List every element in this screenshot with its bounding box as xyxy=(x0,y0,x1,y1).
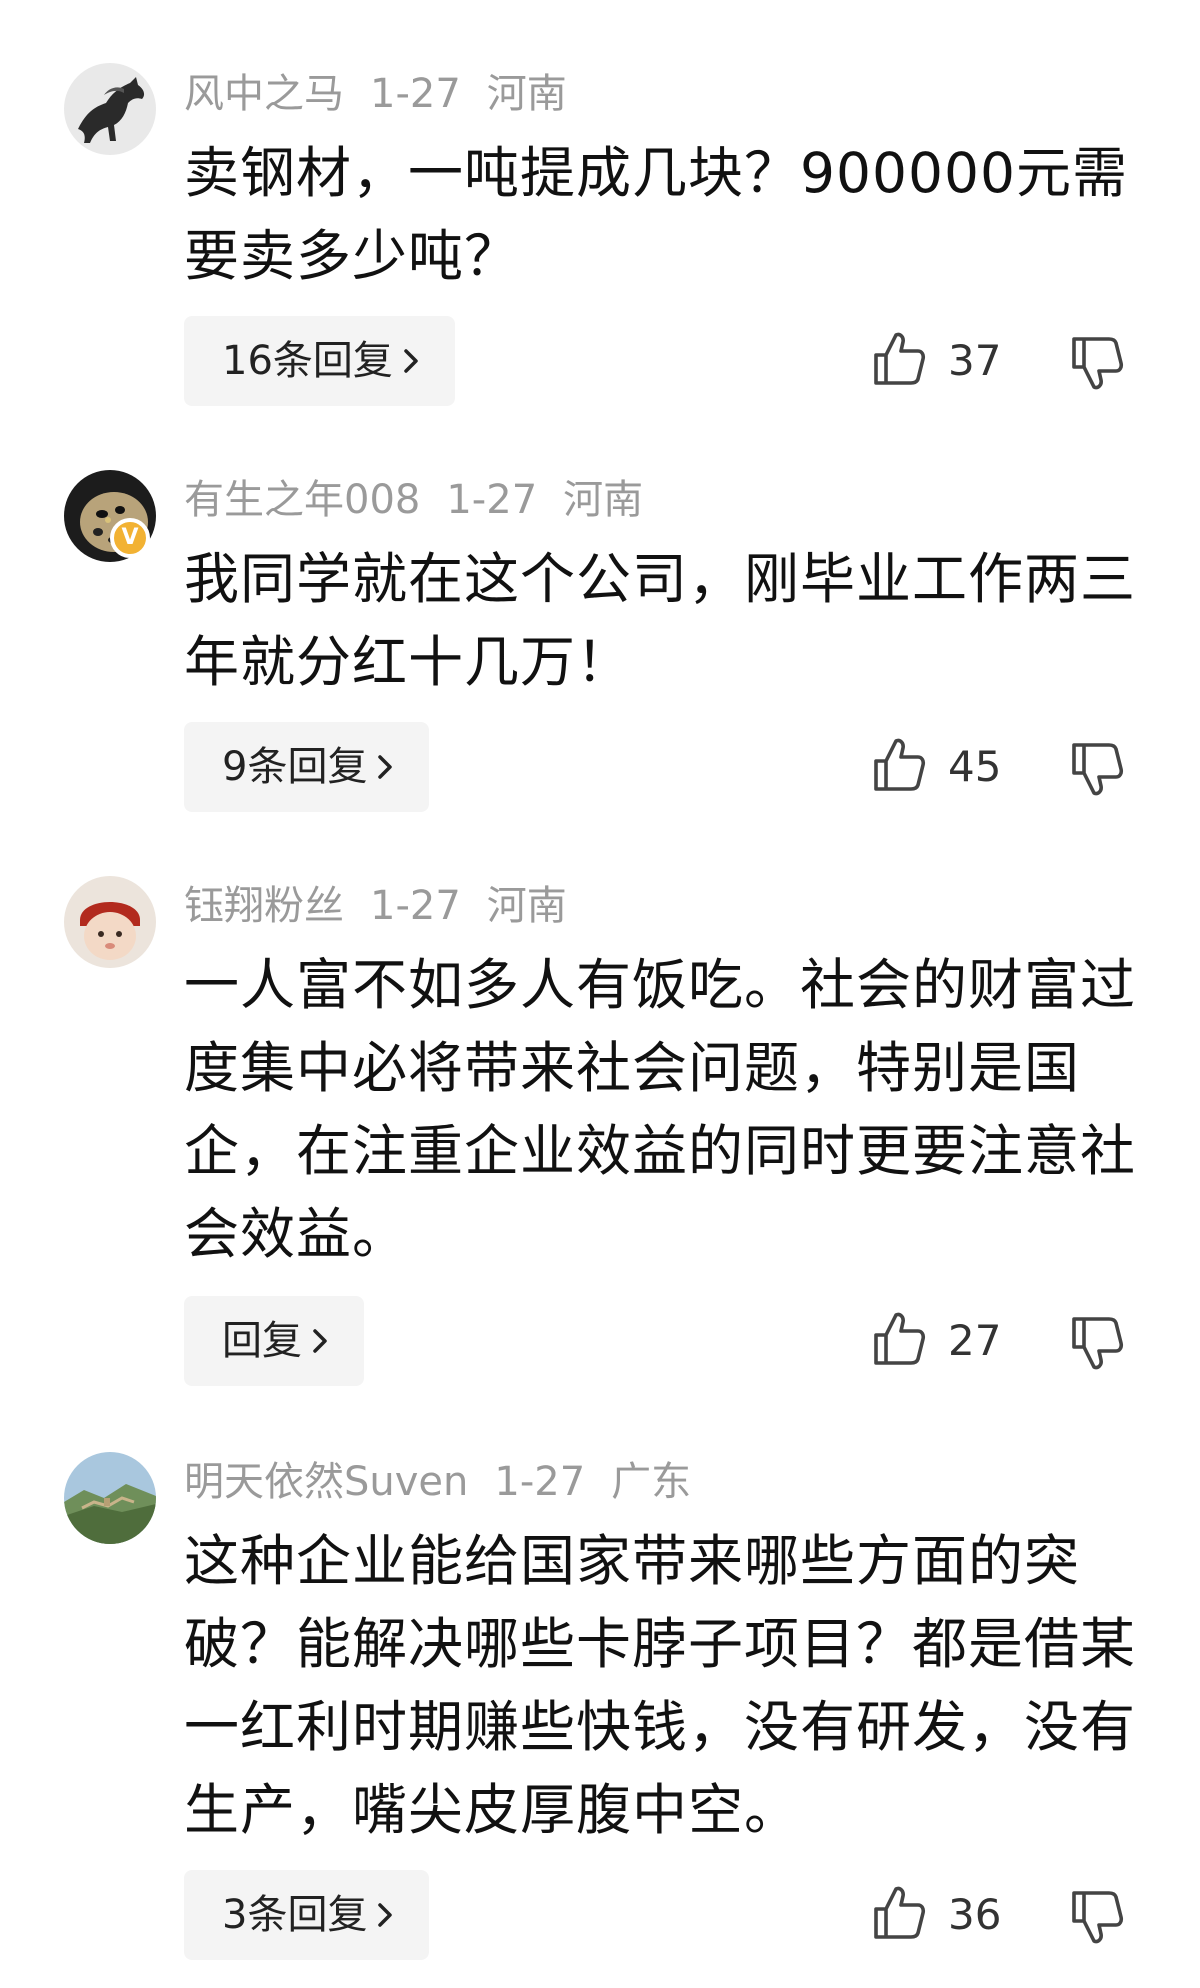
dislike-button[interactable] xyxy=(1070,1315,1126,1375)
view-replies-button[interactable]: 9条回复 xyxy=(184,722,430,814)
thumbs-down-icon xyxy=(1070,1891,1124,1949)
comment-date: 1-27 xyxy=(370,71,461,117)
reply-label: 回复 xyxy=(222,1318,302,1364)
comment-date: 1-27 xyxy=(446,477,538,523)
chevron-right-icon xyxy=(375,724,395,814)
like-button[interactable]: 36 xyxy=(872,1885,1001,1945)
thumbs-down-icon xyxy=(1070,337,1124,395)
verified-badge-icon: V xyxy=(110,518,150,558)
username[interactable]: 明天依然Suven xyxy=(184,1459,468,1505)
like-button[interactable]: 45 xyxy=(872,737,1001,797)
comment-text: 卖钢材，一吨提成几块？900000元需要卖多少吨？ xyxy=(184,141,1128,288)
comment-date: 1-27 xyxy=(370,883,461,929)
view-replies-button[interactable]: 3条回复 xyxy=(184,1870,430,1962)
chevron-right-icon xyxy=(375,1872,395,1962)
thumbs-up-icon xyxy=(872,737,926,797)
like-count: 36 xyxy=(948,1890,1002,1939)
dislike-button[interactable] xyxy=(1070,335,1126,395)
dislike-button[interactable] xyxy=(1070,1889,1126,1949)
view-replies-button[interactable]: 16条回复 xyxy=(184,316,455,406)
baby-avatar-icon xyxy=(64,876,156,968)
comment-location: 河南 xyxy=(486,71,567,117)
comment-meta: 钰翔粉丝 1-27 河南 xyxy=(184,878,593,934)
view-replies-button[interactable]: 回复 xyxy=(184,1296,364,1386)
username[interactable]: 风中之马 xyxy=(184,71,344,117)
comment-location: 河南 xyxy=(563,477,644,523)
username[interactable]: 钰翔粉丝 xyxy=(184,883,344,929)
dislike-button[interactable] xyxy=(1070,741,1126,801)
reply-label: 3条回复 xyxy=(222,1892,368,1938)
comment-meta: 有生之年008 1-27 河南 xyxy=(184,472,669,528)
reply-label: 9条回复 xyxy=(222,744,368,790)
comment-meta: 明天依然Suven 1-27 广东 xyxy=(184,1454,717,1510)
comment-date: 1-27 xyxy=(494,1459,586,1505)
chevron-right-icon xyxy=(310,1298,330,1388)
username[interactable]: 有生之年008 xyxy=(184,477,420,523)
like-count: 45 xyxy=(948,742,1002,791)
horse-avatar-icon xyxy=(64,63,156,155)
comment-text: 这种企业能给国家带来哪些方面的突破？能解决哪些卡脖子项目？都是借某一红利时期赚些… xyxy=(184,1529,1137,1842)
comment-location: 广东 xyxy=(611,1459,692,1505)
reply-label: 16条回复 xyxy=(222,338,393,384)
avatar[interactable] xyxy=(64,876,156,968)
chevron-right-icon xyxy=(401,318,421,408)
like-button[interactable]: 37 xyxy=(872,331,1001,391)
comment-meta: 风中之马 1-27 河南 xyxy=(184,66,593,122)
avatar[interactable] xyxy=(64,63,156,155)
like-button[interactable]: 27 xyxy=(872,1311,1001,1371)
comment-text: 一人富不如多人有饭吃。社会的财富过度集中必将带来社会问题，特别是国企，在注重企业… xyxy=(184,953,1137,1266)
thumbs-up-icon xyxy=(872,1885,926,1945)
avatar[interactable] xyxy=(64,1452,156,1544)
comment-location: 河南 xyxy=(486,883,567,929)
thumbs-up-icon xyxy=(872,331,926,391)
comment-text: 我同学就在这个公司，刚毕业工作两三年就分红十几万！ xyxy=(184,547,1137,694)
like-count: 37 xyxy=(948,336,1002,385)
thumbs-up-icon xyxy=(872,1311,926,1371)
thumbs-down-icon xyxy=(1070,743,1124,801)
like-count: 27 xyxy=(948,1316,1002,1365)
thumbs-down-icon xyxy=(1070,1317,1124,1375)
landscape-avatar-icon xyxy=(64,1452,156,1544)
